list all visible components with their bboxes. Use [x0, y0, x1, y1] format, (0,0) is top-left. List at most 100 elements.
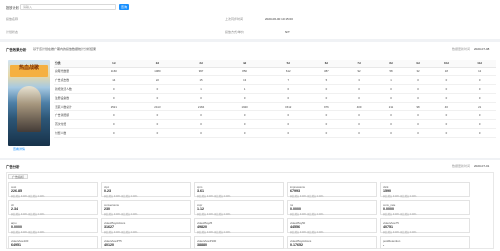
table-cell: 13 [222, 75, 267, 86]
metric-compare: 同比增长 0.00% 环比增长 0.00% [11, 196, 45, 198]
bid-mode-value: N/T [285, 30, 290, 34]
page: 投放计划 请输入 查询 投放名称 上次同步时间 2020-06-00 10:15… [0, 0, 500, 251]
metric-compare: 同比增长 0.00% 环比增长 0.00% [290, 196, 324, 198]
metric-compare: 同比增长 0.00% 环比增长 0.00% [197, 232, 231, 234]
metric-value: 3.61 [197, 189, 204, 193]
tab-ad-metrics[interactable]: 广告指标 [8, 174, 28, 179]
metric-value: 226.85 [11, 189, 22, 193]
metric-card: impressions 67993 同比增长 0.00% 环比增长 0.00% [287, 182, 377, 198]
table-cell: 0 [135, 84, 180, 94]
table-cell: 0 [406, 110, 430, 121]
table-cell: 0 [342, 93, 376, 103]
table-cell: 976 [310, 102, 343, 112]
metric-card: videoPlay25 49820 同比增长 0.00% 环比增长 0.00% [194, 218, 284, 234]
column-header: 9d [406, 60, 430, 68]
metric-value: 67993 [290, 189, 300, 193]
metric-name: videoViewP100 [197, 238, 217, 243]
effect-date-label: 数据更新时间 [452, 47, 471, 51]
effect-date: 2020-07-08 [474, 47, 490, 51]
ad-creative-image[interactable]: 热血战歌 [8, 60, 50, 146]
metric-name: videoPlay25 [197, 220, 213, 225]
table-cell: 0 [463, 128, 496, 138]
metric-name: cvpr [197, 202, 203, 207]
table-cell: 0 [429, 93, 464, 103]
analysis-date-label: 数据更新时间 [452, 164, 471, 168]
search-input[interactable]: 请输入 [20, 4, 116, 10]
metric-card: postRetention - [380, 236, 470, 249]
metric-value: 44556 [290, 225, 300, 229]
table-cell: 0 [179, 128, 223, 138]
table-cell: 0 [222, 119, 267, 130]
view-detail-link[interactable]: 查看详情 [13, 147, 25, 151]
plan-status-label: 计划状态 [6, 30, 19, 34]
table-cell: 0 [342, 119, 376, 130]
metric-value: 1590 [383, 189, 391, 193]
table-cell: 0 [406, 128, 430, 138]
row-label: 总曝光数量 [54, 67, 92, 77]
metric-value: 64951 [11, 243, 21, 247]
table-cell: 1 [375, 75, 407, 86]
column-header: 4d [222, 60, 267, 68]
metric-compare: 同比增长 0.00% 环比增长 0.00% [104, 214, 138, 216]
column-header: 5d [266, 60, 311, 68]
table-row: 注册设备数 0 0 0 0 0 0 0 0 0 0 0 [54, 93, 496, 103]
table-cell: 0 [429, 110, 464, 121]
table-cell: 14 [92, 75, 136, 86]
metric-card: ctpc 0.23 同比增长 0.00% 环比增长 0.00% [101, 182, 191, 198]
metric-value: - [383, 243, 385, 247]
table-cell: 0 [135, 119, 180, 130]
metric-name: videoViewP75 [104, 238, 122, 243]
metric-value: 0.23 [104, 189, 111, 193]
table-cell: 0 [310, 84, 343, 94]
table-cell: 0 [266, 119, 311, 130]
table-cell: 0 [92, 93, 136, 103]
table-cell: 211 [375, 102, 407, 112]
table-cell: 1920 [222, 102, 267, 112]
table-cell: 0 [375, 119, 407, 130]
analysis-title: 广告分析 [6, 165, 20, 169]
metric-card: videoView100 64951 [8, 236, 98, 249]
table-cell: 0 [179, 93, 223, 103]
column-header: 2d [135, 60, 180, 68]
metric-card: videoViewP75 40120 [101, 236, 191, 249]
table-row: 广告点击数 14 22 15 13 7 5 3 1 0 0 0 [54, 75, 496, 86]
row-label: 新增激活人数 [54, 84, 92, 94]
table-cell: 18 [429, 67, 464, 77]
table-cell: 0 [429, 128, 464, 138]
metric-card: videoPlayActions 0.17652 [287, 236, 377, 249]
table-cell: 0 [310, 119, 343, 130]
metric-card: click 1590 同比增长 0.00% 环比增长 0.00% [380, 182, 470, 198]
column-header: 10d [429, 60, 464, 68]
table-cell: 0 [92, 110, 136, 121]
effect-subtitle: 基于该计划在推广期内的投放数据统计分析结果 [33, 47, 97, 51]
bid-mode-label: 投放方式/单价 [225, 30, 244, 34]
table-cell: 0 [266, 128, 311, 138]
metric-card: conversions 230 同比增长 0.00% 环比增长 0.00% [101, 200, 191, 216]
table-row: 活跃人数总计 2521 2413 2184 1920 1512 976 409 211 98 46 2… [54, 102, 496, 112]
table-cell: 0 [135, 93, 180, 103]
metric-card: videoView75 40751 同比增长 0.00% 环比增长 0.00% [380, 218, 470, 234]
table-cell: 0 [463, 75, 496, 86]
metric-value: 2.34 [11, 207, 18, 211]
effect-table: 分类 1d 2d 3d 4d 5d 6d 7d 8d 9d 10d 11d 总曝光数量 1160 1080… [54, 60, 496, 138]
table-cell: 21 [463, 102, 496, 112]
metric-name: postRetention [383, 238, 401, 243]
table-row: 首次付费 0 0 0 0 0 0 0 0 0 0 0 [54, 119, 496, 130]
metric-card: videoPlayActions 31627 同比增长 0.00% 环比增长 0.0… [101, 218, 191, 234]
metric-name: ctr [11, 202, 15, 207]
metric-name: ctpc [104, 184, 110, 189]
row-label: 首次付费 [54, 119, 92, 130]
table-cell: 0 [92, 84, 136, 94]
table-cell: 1080 [135, 67, 180, 77]
search-button[interactable]: 查询 [119, 4, 129, 10]
table-cell: 0 [406, 93, 430, 103]
table-cell: 22 [135, 75, 180, 86]
metric-name: roi [290, 202, 294, 207]
table-cell: 2413 [135, 102, 180, 112]
table-row: 总曝光数量 1160 1080 997 850 612 387 92 58 32 18 12 [54, 67, 496, 77]
table-cell: 0 [222, 128, 267, 138]
metric-value: 38880 [197, 243, 207, 247]
table-cell: 92 [342, 67, 376, 77]
table-cell: 409 [342, 102, 376, 112]
table-cell: 12 [463, 67, 496, 77]
